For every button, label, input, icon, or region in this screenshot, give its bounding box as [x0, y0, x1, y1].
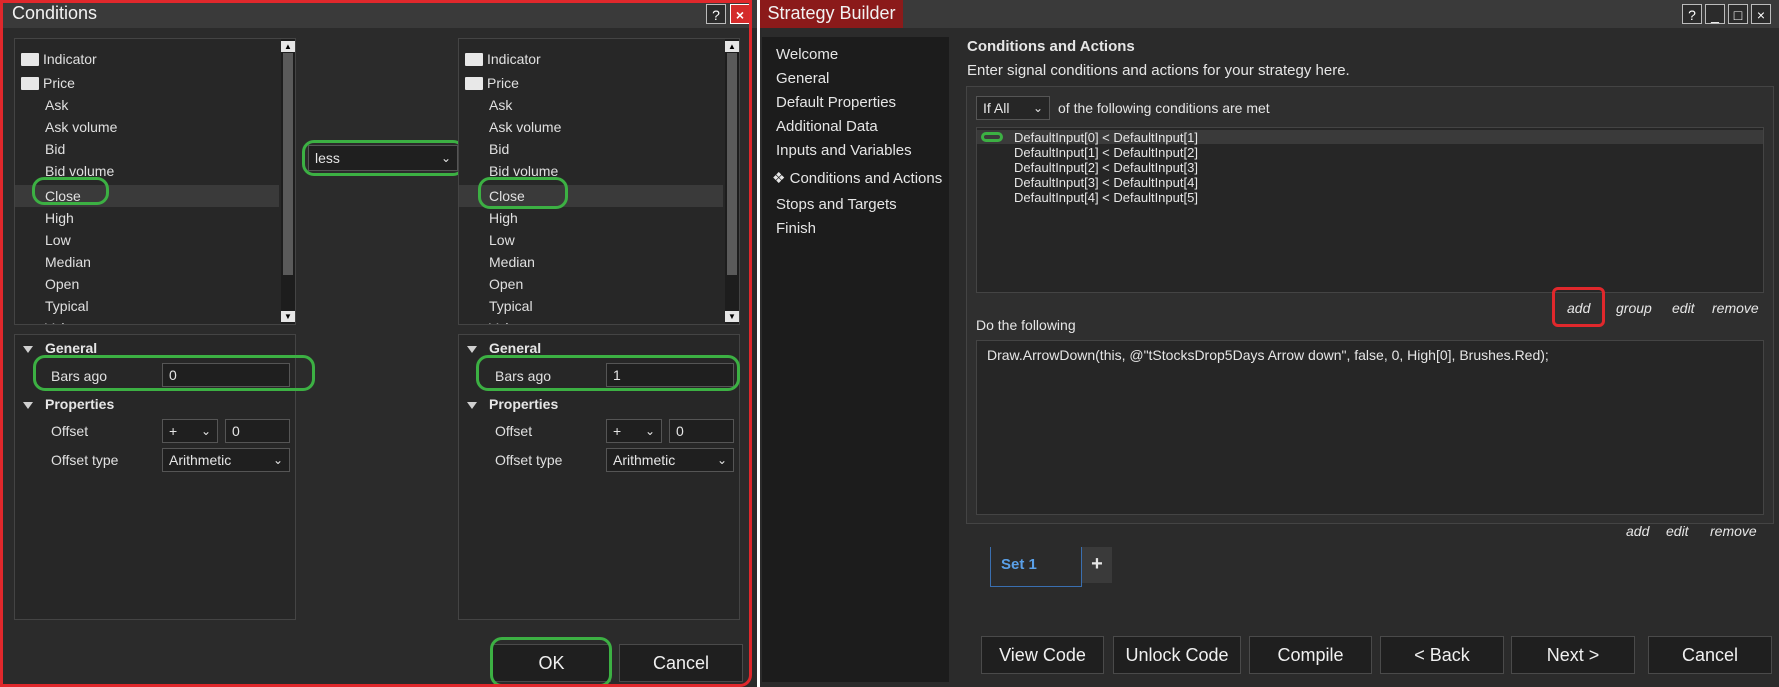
- add-set-button[interactable]: +: [1082, 547, 1112, 583]
- cancel-button[interactable]: Cancel: [1648, 636, 1772, 674]
- condition-row[interactable]: DefaultInput[1] < DefaultInput[2]: [1014, 145, 1198, 160]
- nav-stops-targets[interactable]: Stops and Targets: [776, 196, 897, 213]
- if-all-select[interactable]: If All ⌄: [976, 96, 1050, 120]
- highlight-conditions-dialog: [0, 0, 752, 687]
- chevron-down-icon: ⌄: [1032, 101, 1043, 115]
- nav-conditions-actions[interactable]: ❖ Conditions and Actions: [772, 169, 942, 187]
- nav-additional-data[interactable]: Additional Data: [776, 118, 878, 135]
- condition-row[interactable]: DefaultInput[3] < DefaultInput[4]: [1014, 175, 1198, 190]
- add-action-link[interactable]: add: [1626, 523, 1649, 539]
- remove-action-link[interactable]: remove: [1710, 523, 1757, 539]
- highlight-add-link: [1552, 287, 1605, 327]
- if-suffix-label: of the following conditions are met: [1058, 100, 1270, 116]
- condition-row[interactable]: DefaultInput[4] < DefaultInput[5]: [1014, 190, 1198, 205]
- action-row[interactable]: Draw.ArrowDown(this, @"tStocksDrop5Days …: [987, 347, 1549, 363]
- nav-default-properties[interactable]: Default Properties: [776, 94, 896, 111]
- unlock-code-button[interactable]: Unlock Code: [1113, 636, 1241, 674]
- nav-finish[interactable]: Finish: [776, 220, 816, 237]
- next-button[interactable]: Next >: [1511, 636, 1635, 674]
- condition-marker-icon: [981, 132, 1003, 142]
- group-condition-link[interactable]: group: [1616, 300, 1652, 316]
- strategy-builder-title-bar[interactable]: [760, 0, 1779, 28]
- page-heading: Conditions and Actions: [967, 38, 1135, 55]
- view-code-button[interactable]: View Code: [981, 636, 1104, 674]
- close-button[interactable]: ×: [1751, 4, 1771, 24]
- nav-inputs-variables[interactable]: Inputs and Variables: [776, 142, 912, 159]
- remove-condition-link[interactable]: remove: [1712, 300, 1759, 316]
- nav-general[interactable]: General: [776, 70, 829, 87]
- edit-action-link[interactable]: edit: [1666, 523, 1689, 539]
- back-button[interactable]: < Back: [1380, 636, 1504, 674]
- minimize-button[interactable]: _: [1705, 4, 1725, 24]
- actions-list[interactable]: Draw.ArrowDown(this, @"tStocksDrop5Days …: [976, 340, 1764, 515]
- maximize-button[interactable]: □: [1728, 4, 1748, 24]
- do-following-label: Do the following: [976, 317, 1076, 333]
- condition-row[interactable]: DefaultInput[0] < DefaultInput[1]: [1014, 130, 1198, 145]
- conditions-list[interactable]: DefaultInput[0] < DefaultInput[1] Defaul…: [976, 127, 1764, 293]
- nav-welcome[interactable]: Welcome: [776, 46, 838, 63]
- edit-condition-link[interactable]: edit: [1672, 300, 1695, 316]
- tab-set-1[interactable]: Set 1: [990, 547, 1082, 587]
- page-subheading: Enter signal conditions and actions for …: [967, 62, 1350, 79]
- strategy-builder-title: Strategy Builder: [767, 3, 896, 23]
- condition-row[interactable]: DefaultInput[2] < DefaultInput[3]: [1014, 160, 1198, 175]
- help-button[interactable]: ?: [1682, 4, 1702, 24]
- compile-button[interactable]: Compile: [1249, 636, 1372, 674]
